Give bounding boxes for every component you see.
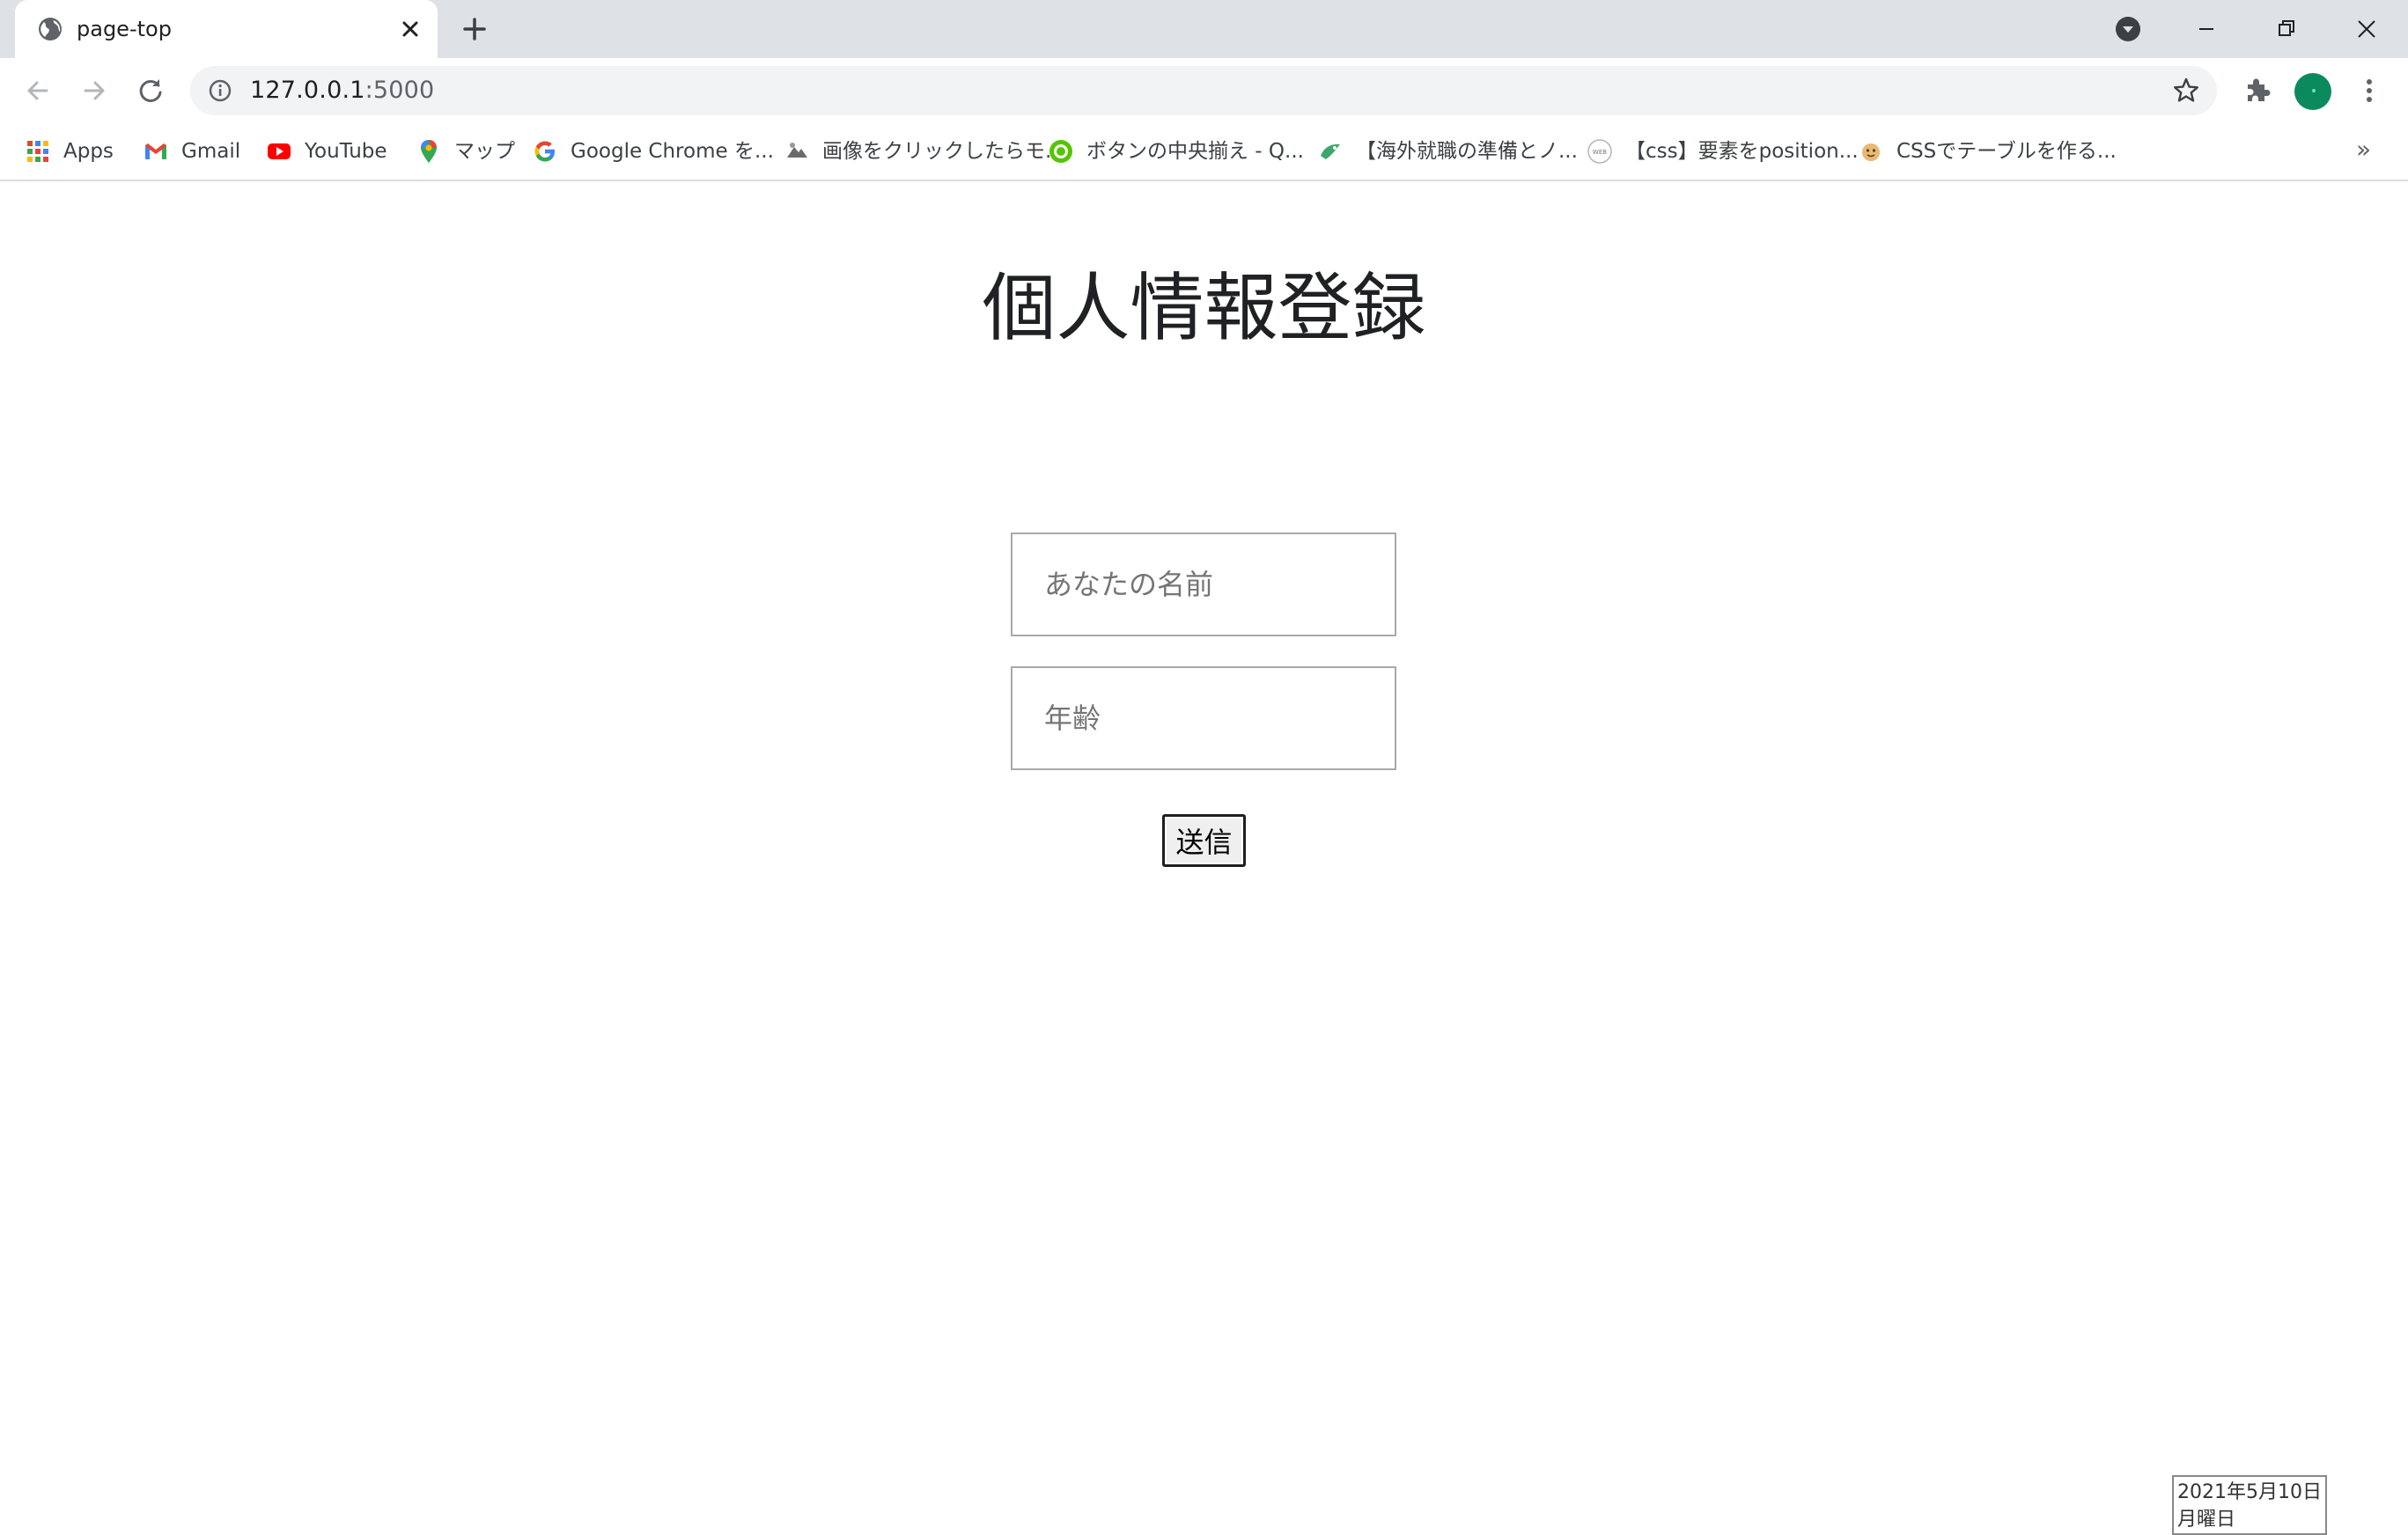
bookmark-label: CSSでテーブルを作る... [1896,140,2117,163]
maps-pin-icon [421,140,437,163]
site-icon [1321,143,1340,159]
bookmark-label: YouTube [305,140,387,163]
weekday-text: 月曜日 [2177,1509,2236,1531]
bookmark-label: マップ [454,140,515,163]
bookmark-css-table[interactable]: CSSでテーブルを作る... [1858,134,2117,169]
name-input[interactable] [1011,532,1396,636]
page-title: 個人情報登録 [982,265,1426,351]
gmail-icon [145,143,166,159]
bookmark-label: ボタンの中央揃え - Q... [1086,140,1304,163]
bookmark-image-click[interactable]: 画像をクリックしたらモ... [784,134,1064,169]
bookmark-youtube[interactable]: YouTube [266,134,387,169]
new-tab-plus-icon[interactable] [458,12,491,46]
window-close-icon[interactable] [2346,9,2387,49]
url-text: 127.0.0.1:5000 [250,77,434,105]
close-tab-icon[interactable] [395,14,425,44]
browser-tab[interactable]: page-top [15,0,438,58]
bookmark-label: 【海外就職の準備とノ... [1356,140,1578,163]
date-widget: 2021年5月10日 月曜日 [2172,1475,2327,1535]
tab-strip: page-top [0,0,2408,58]
reload-icon[interactable] [132,72,169,109]
tab-search-dropdown-icon[interactable] [2113,14,2143,44]
url-host: 127.0.0.1 [250,77,365,104]
bookmarks-overflow-chevron[interactable]: » [2356,136,2371,164]
minimize-icon[interactable] [2186,9,2227,49]
google-icon [534,141,555,162]
bookmark-label: 【css】要素をposition... [1625,140,1859,163]
submit-button[interactable]: 送信 [1162,814,1246,867]
qiita-site-icon [1049,140,1072,163]
kebab-menu-icon[interactable] [2351,72,2388,109]
bookmark-apps[interactable]: Apps [25,134,114,169]
browser-toolbar: 127.0.0.1:5000 [0,58,2408,123]
apps-grid-icon [27,141,48,162]
svg-text:WEB: WEB [1593,149,1607,156]
bookmark-label: Apps [63,140,114,163]
bookmarks-bar: Apps Gmail YouTube マップ Google Chrome を..… [0,123,2408,181]
forward-arrow-icon[interactable] [76,72,113,109]
web-site-icon: WEB [1587,139,1612,164]
bookmark-google-chrome[interactable]: Google Chrome を... [532,134,774,169]
bookmark-gmail[interactable]: Gmail [143,134,240,169]
address-bar[interactable]: 127.0.0.1:5000 [190,66,2217,115]
bookmark-css-position[interactable]: WEB 【css】要素をposition... [1587,134,1859,169]
youtube-icon [268,143,291,159]
site-info-icon[interactable] [206,77,234,105]
url-port: :5000 [365,77,435,104]
age-input[interactable] [1011,666,1396,770]
extensions-puzzle-icon[interactable] [2238,72,2275,109]
globe-icon [39,18,62,40]
bookmark-maps[interactable]: マップ [416,134,515,169]
bookmark-label: 画像をクリックしたらモ... [822,140,1064,163]
site-icon [1862,143,1880,161]
site-icon [787,143,807,158]
bookmark-button-center[interactable]: ボタンの中央揃え - Q... [1048,134,1304,169]
tab-title: page-top [77,17,172,41]
profile-avatar[interactable] [2294,73,2331,110]
bookmark-label: Google Chrome を... [571,140,774,163]
bookmark-overseas-job[interactable]: 【海外就職の準備とノ... [1317,134,1578,169]
bookmark-star-icon[interactable] [2171,76,2201,106]
restore-icon[interactable] [2266,9,2307,49]
bookmark-label: Gmail [181,140,241,163]
back-arrow-icon[interactable] [19,72,56,109]
date-text: 2021年5月10日 [2177,1481,2322,1503]
